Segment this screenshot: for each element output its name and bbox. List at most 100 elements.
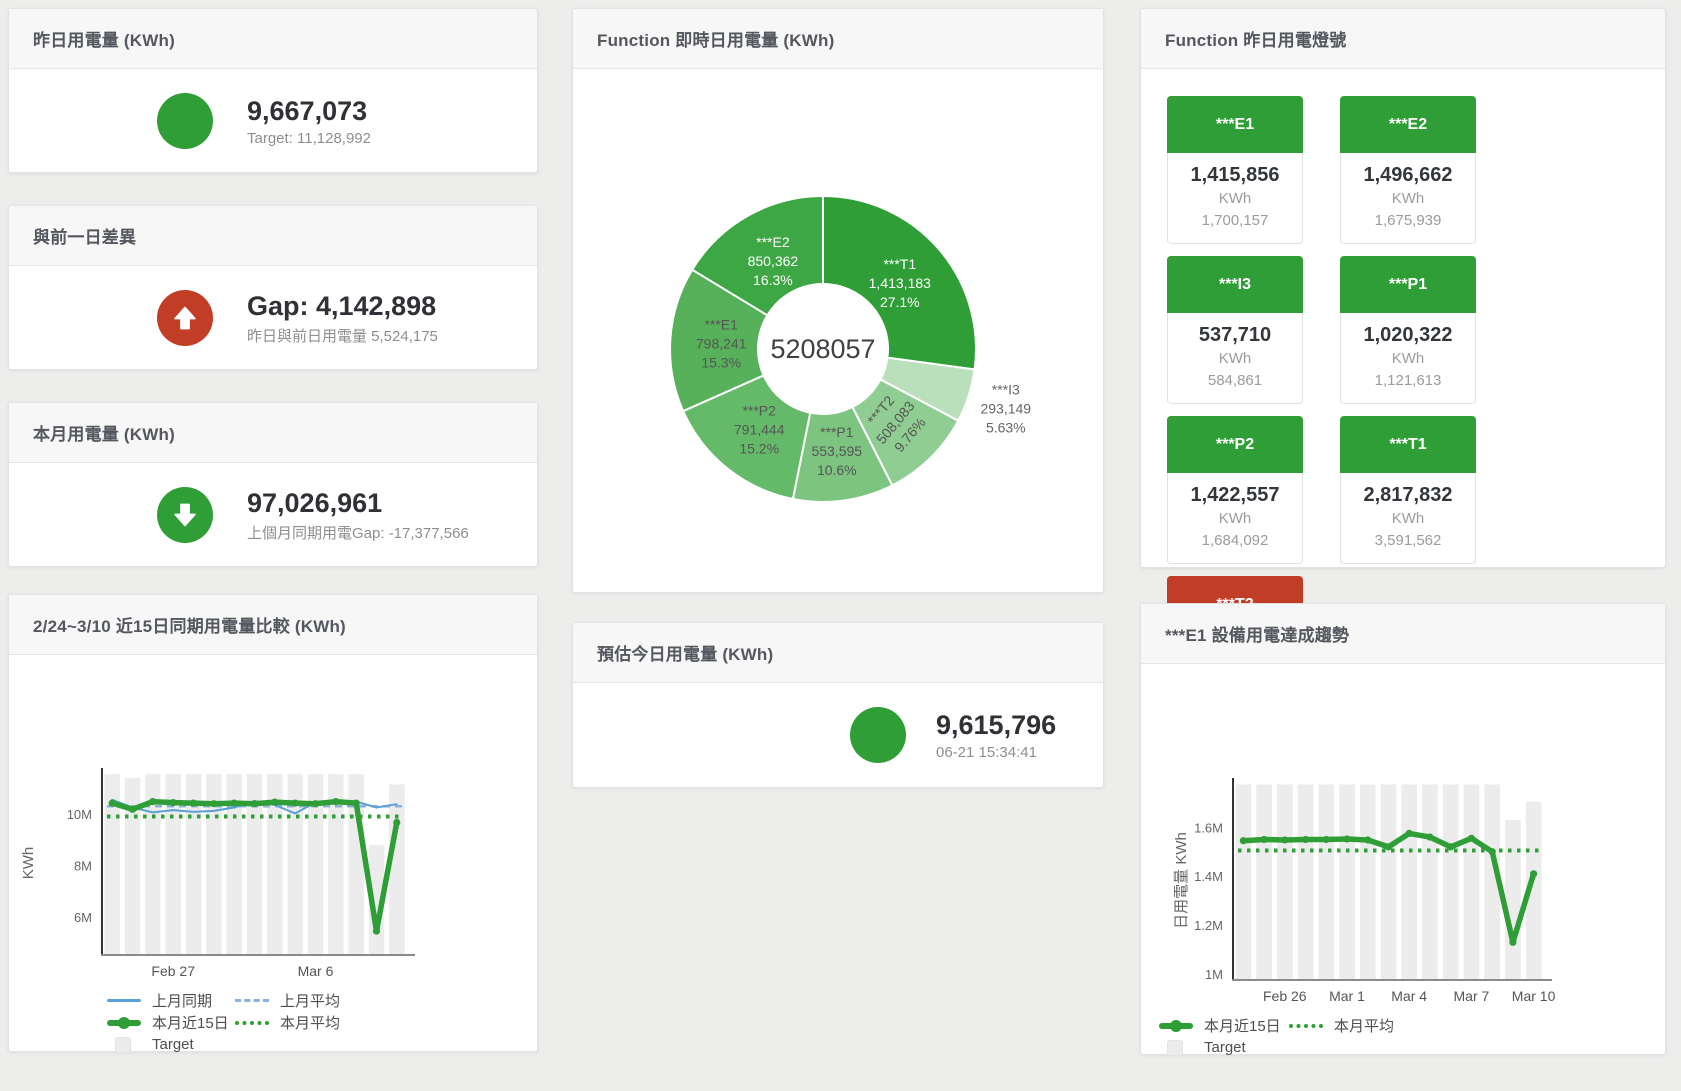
series-point [1240, 837, 1247, 844]
series-point [210, 800, 217, 807]
series-point [190, 800, 197, 807]
panel-header: ***E1 設備用電達成趨勢 [1141, 604, 1665, 664]
tile-value: 1,422,557 [1168, 482, 1302, 508]
tile-value: 1,496,662 [1341, 162, 1475, 188]
x-tick-label: Mar 4 [1391, 988, 1427, 1004]
status-tile-p2: ***P21,422,557KWh1,684,092 [1167, 416, 1303, 564]
legend-label: 本月平均 [1334, 1015, 1394, 1036]
series-point [1385, 843, 1392, 850]
series-point [292, 800, 299, 807]
tile-value: 537,710 [1168, 322, 1302, 348]
panel-header: 昨日用電量 (KWh) [9, 9, 537, 69]
stat-row: Gap: 4,142,898 昨日與前日用電量 5,524,175 [9, 266, 537, 369]
x-tick-label: Mar 7 [1454, 988, 1490, 1004]
realtime-usage-donut: ***T11,413,18327.1%***I3293,1495.63%***T… [573, 69, 1103, 592]
tile-value: 1,415,856 [1168, 162, 1302, 188]
legend-label: 本月近15日 [152, 1012, 229, 1033]
x-tick-label: Feb 27 [151, 963, 195, 979]
panel-title[interactable]: Function 即時日用電量 (KWh) [597, 26, 834, 51]
legend-label: Target [1204, 1039, 1246, 1056]
target-bar [1360, 784, 1376, 979]
series-point [149, 798, 156, 805]
yesterday-usage-target: Target: 11,128,992 [247, 130, 371, 147]
legend-item-gray-box[interactable]: Target [107, 1036, 235, 1053]
legend-label: 本月平均 [280, 1012, 340, 1033]
legend-swatch-green-thick [1159, 1023, 1193, 1029]
series-point [271, 799, 278, 806]
panel-title[interactable]: 昨日用電量 (KWh) [33, 26, 175, 51]
tile-unit: KWh [1341, 348, 1475, 370]
legend-swatch-green-dot [235, 1021, 269, 1025]
y-tick-label: 6M [74, 910, 92, 925]
tile-label: ***E2 [1340, 96, 1476, 153]
legend-row: 上月同期上月平均 [107, 990, 537, 1011]
day-gap-value: Gap: 4,142,898 [247, 290, 438, 322]
target-bar [1401, 784, 1417, 979]
panel-realtime-pie: Function 即時日用電量 (KWh) ***T11,413,18327.1… [572, 8, 1104, 593]
panel-title[interactable]: 2/24~3/10 近15日同期用電量比較 (KWh) [33, 612, 346, 637]
legend-item-green-dot[interactable]: 本月平均 [1289, 1015, 1419, 1036]
series-point [1323, 836, 1330, 843]
legend-label: 本月近15日 [1204, 1015, 1281, 1036]
legend-swatch-gray-box [115, 1037, 131, 1053]
tile-value: 2,817,832 [1341, 482, 1475, 508]
legend-item-gray-box[interactable]: Target [1159, 1039, 1289, 1056]
panel-title[interactable]: Function 昨日用電燈號 [1165, 26, 1346, 51]
series-point [1406, 830, 1413, 837]
panel-title[interactable]: 與前一日差異 [33, 223, 136, 248]
series-point [1261, 836, 1268, 843]
series-point [129, 806, 136, 813]
dashboard: 昨日用電量 (KWh) 9,667,073 Target: 11,128,992… [0, 0, 1681, 1091]
target-bar [389, 784, 405, 954]
tile-label: ***P1 [1340, 256, 1476, 313]
panel-title[interactable]: 預估今日用電量 (KWh) [597, 640, 773, 665]
series-point [1364, 836, 1371, 843]
legend-row: Target [1159, 1037, 1665, 1058]
stat-row: 97,026,961 上個月同期用電Gap: -17,377,566 [9, 463, 537, 566]
y-axis-title: 日用電量 KWh [1173, 832, 1190, 929]
panel-body: 9,667,073 Target: 11,128,992 [9, 69, 537, 172]
series-point [1343, 835, 1350, 842]
arrow-up-icon [170, 303, 200, 333]
series-point [1302, 836, 1309, 843]
status-tile-i3: ***I3537,710KWh584,861 [1167, 256, 1303, 404]
panel-yesterday-usage: 昨日用電量 (KWh) 9,667,073 Target: 11,128,992 [8, 8, 538, 173]
series-point [1447, 843, 1454, 850]
tile-label: ***I3 [1167, 256, 1303, 313]
legend-item-green-dot[interactable]: 本月平均 [235, 1012, 363, 1033]
arrow-down-icon [170, 500, 200, 530]
panel-title[interactable]: 本月用電量 (KWh) [33, 420, 175, 445]
legend-item-blue-dash[interactable]: 上月平均 [235, 990, 363, 1011]
legend-item-blue-line[interactable]: 上月同期 [107, 990, 235, 1011]
series-point [170, 799, 177, 806]
e1-trend-chart: 1M1.2M1.4M1.6MFeb 26Mar 1Mar 4Mar 7Mar 1… [1141, 664, 1665, 1006]
series-point [332, 798, 339, 805]
legend-item-green-thick[interactable]: 本月近15日 [1159, 1015, 1289, 1036]
target-bar [1236, 784, 1252, 979]
stat-row: 9,667,073 Target: 11,128,992 [9, 69, 537, 172]
status-circle-green [157, 93, 213, 149]
legend-item-green-thick[interactable]: 本月近15日 [107, 1012, 235, 1033]
series-point [1281, 836, 1288, 843]
panel-title[interactable]: ***E1 設備用電達成趨勢 [1165, 621, 1349, 646]
series-point [373, 928, 380, 935]
series-point [1509, 939, 1516, 946]
tile-unit: KWh [1168, 348, 1302, 370]
series-point [109, 800, 116, 807]
panel-body: 1M1.2M1.4M1.6MFeb 26Mar 1Mar 4Mar 7Mar 1… [1141, 664, 1665, 1058]
panel-lights: Function 昨日用電燈號 ***E11,415,856KWh1,700,1… [1140, 8, 1666, 568]
tile-body: 537,710KWh584,861 [1167, 313, 1303, 404]
y-tick-label: 1.4M [1194, 869, 1223, 884]
status-tile-e2: ***E21,496,662KWh1,675,939 [1340, 96, 1476, 244]
tile-label: ***P2 [1167, 416, 1303, 473]
tile-label: ***T1 [1340, 416, 1476, 473]
tile-target: 1,675,939 [1341, 210, 1475, 232]
series-point [251, 800, 258, 807]
tile-unit: KWh [1341, 508, 1475, 530]
tile-body: 1,496,662KWh1,675,939 [1340, 153, 1476, 244]
target-bar [1443, 784, 1459, 979]
panel-body: ***T11,413,18327.1%***I3293,1495.63%***T… [573, 69, 1103, 592]
target-bar [1381, 784, 1397, 979]
target-bar [1298, 784, 1314, 979]
tile-label: ***E1 [1167, 96, 1303, 153]
